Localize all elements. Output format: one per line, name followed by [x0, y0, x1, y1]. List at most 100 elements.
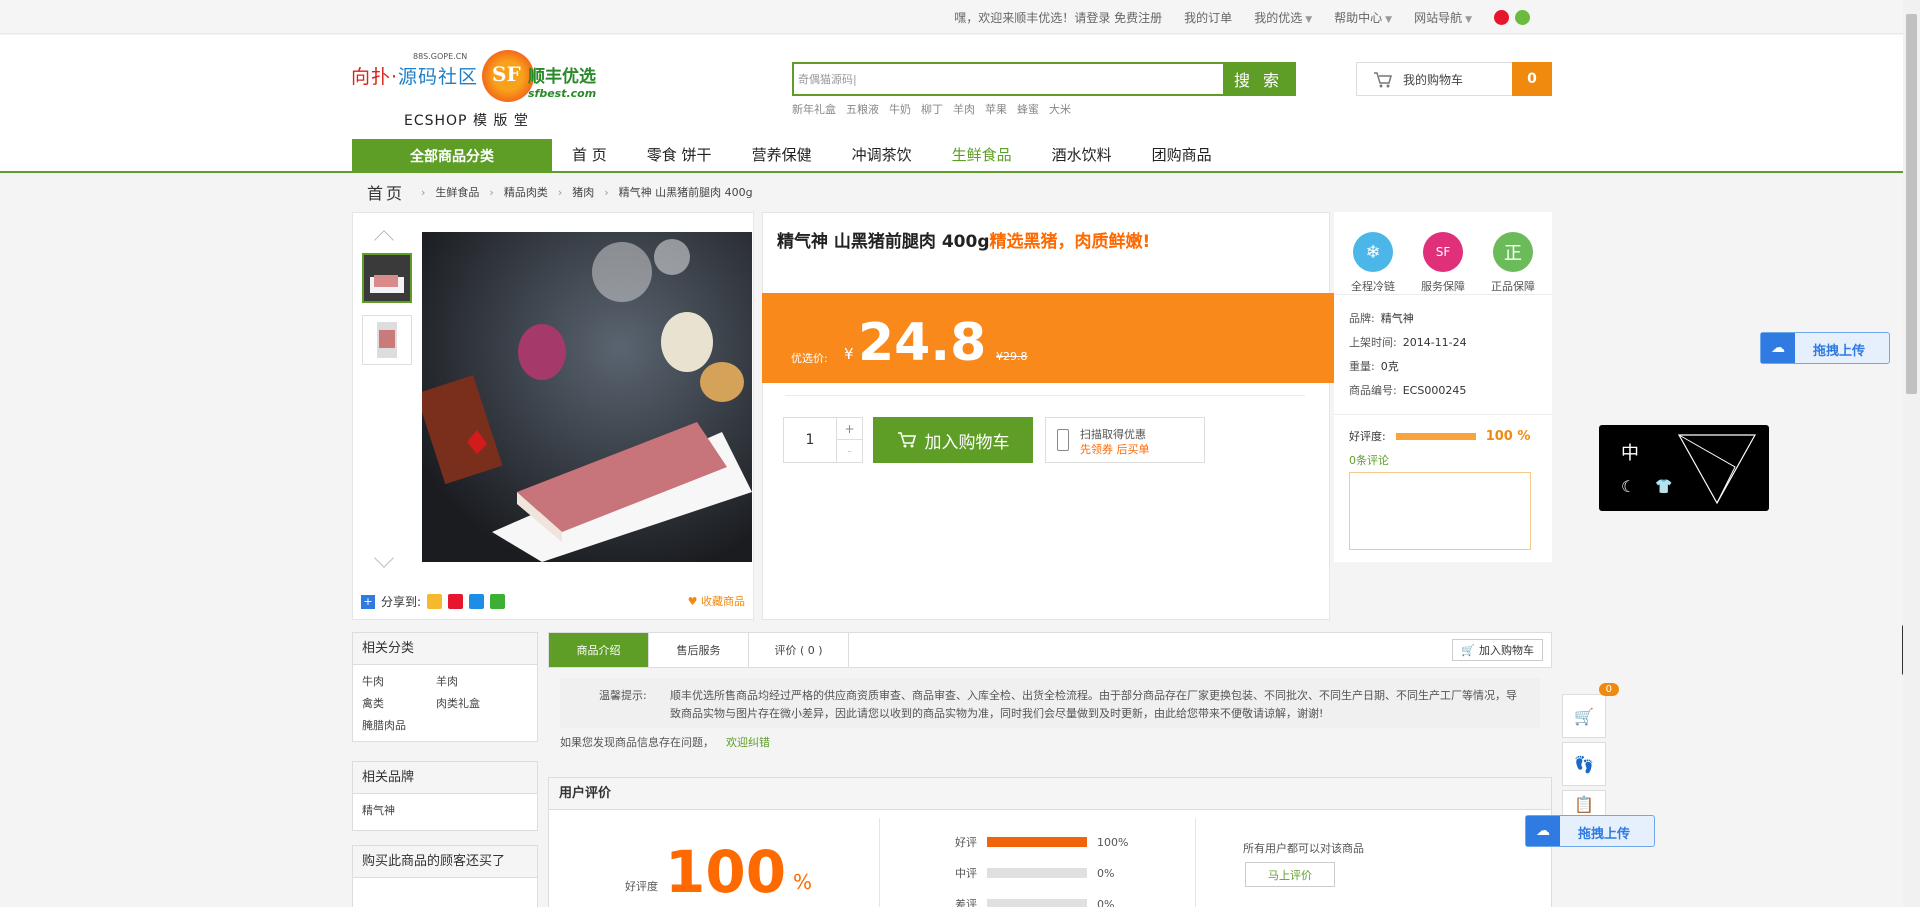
quantity-minus-button[interactable]: -	[836, 440, 862, 462]
snowflake-icon: ❄	[1353, 232, 1393, 272]
quantity-plus-button[interactable]: +	[836, 418, 862, 440]
search-button[interactable]: 搜 索	[1223, 64, 1294, 94]
nav-drinks-tea[interactable]: 冲调茶饮	[832, 144, 932, 165]
tab-reviews[interactable]: 评价 ( 0 )	[749, 633, 849, 667]
breadcrumb-separator: ›	[421, 185, 426, 199]
all-categories-button[interactable]: 全部商品分类	[352, 139, 552, 173]
hot-keyword[interactable]: 羊肉	[953, 101, 975, 117]
scrollbar[interactable]	[1903, 0, 1920, 907]
my-youxuan-menu[interactable]: 我的优选 ▼	[1254, 9, 1312, 26]
source-community-logo[interactable]: 向扑·源码社区 88S.GOPE.CN	[351, 52, 478, 89]
help-menu[interactable]: 帮助中心 ▼	[1334, 9, 1392, 26]
tab-description[interactable]: 商品介绍	[549, 633, 649, 667]
login-link[interactable]: 请登录	[1074, 11, 1110, 25]
price-box: 优选价: ¥ 24.8 ¥29.8	[762, 293, 1335, 383]
chevron-down-icon[interactable]	[374, 548, 394, 568]
drag-upload-widget[interactable]: ☁ 拖拽上传	[1760, 332, 1890, 364]
good-rate-value: 100	[665, 838, 787, 906]
category-link[interactable]: 肉类礼盒	[436, 695, 510, 711]
header-cart[interactable]: 我的购物车 0	[1356, 62, 1552, 96]
site-nav-menu[interactable]: 网站导航 ▼	[1414, 9, 1472, 26]
tab-add-to-cart-button[interactable]: 🛒 加入购物车	[1452, 639, 1543, 661]
nav-fresh-food[interactable]: 生鲜食品	[932, 144, 1032, 165]
brand-logo[interactable]: 顺丰优选 sfbest.com	[528, 62, 596, 100]
breadcrumb-item[interactable]: 猪肉	[572, 184, 594, 200]
rating-row-bad: 差评 0%	[955, 897, 1115, 907]
drag-upload-widget-2[interactable]: ☁ 拖拽上传	[1525, 815, 1655, 847]
report-error-link[interactable]: 欢迎纠错	[726, 736, 770, 749]
theme-char: 中	[1621, 443, 1639, 464]
nav-links: 首 页 零食 饼干 营养保健 冲调茶饮 生鲜食品 酒水饮料 团购商品	[552, 138, 1232, 171]
rating-bar	[1395, 432, 1476, 440]
hot-keyword[interactable]: 蜂蜜	[1017, 101, 1039, 117]
rating-track	[987, 868, 1087, 878]
hot-keyword[interactable]: 大米	[1049, 101, 1071, 117]
category-link[interactable]: 禽类	[362, 695, 436, 711]
top-bar: 嘿，欢迎来顺丰优选！请登录 免费注册 我的订单 我的优选 ▼ 帮助中心 ▼ 网站导航…	[0, 0, 1920, 34]
float-cart-button[interactable]: 🛒 0	[1562, 683, 1619, 738]
write-review-button[interactable]: 马上评价	[1245, 862, 1335, 887]
nav-health[interactable]: 营养保健	[732, 144, 832, 165]
related-brands: 相关品牌 精气神	[352, 761, 538, 831]
theme-widget[interactable]: 中 ☾ 👕	[1599, 425, 1769, 511]
wechat-icon[interactable]	[1515, 9, 1530, 25]
my-orders-link[interactable]: 我的订单	[1184, 9, 1232, 26]
clipboard-button[interactable]: 📋	[1562, 790, 1606, 818]
hot-keyword[interactable]: 五粮液	[846, 101, 879, 117]
breadcrumb-item[interactable]: 生鲜食品	[435, 184, 479, 200]
quantity-input[interactable]: 1	[784, 418, 836, 462]
hot-keyword[interactable]: 牛奶	[889, 101, 911, 117]
scrollbar-thumb[interactable]	[1906, 14, 1917, 394]
reviews-title: 用户评价	[549, 778, 1551, 810]
scan-coupon[interactable]: 扫描取得优惠 先领券 后买单	[1045, 417, 1205, 463]
hot-keyword[interactable]: 苹果	[985, 101, 1007, 117]
register-link[interactable]: 免费注册	[1114, 11, 1162, 25]
category-link[interactable]: 腌腊肉品	[362, 717, 436, 733]
weibo-icon[interactable]	[1494, 9, 1509, 25]
weibo-icon[interactable]	[448, 594, 464, 609]
footprint-button[interactable]: 👣	[1562, 742, 1606, 786]
scan-line-2: 先领券 后买单	[1080, 443, 1150, 456]
user-reviews: 用户评价 好评度 100 % 好评 100% 中评 0% 差评 0% 所有用户都…	[548, 777, 1552, 907]
social-links	[1494, 9, 1530, 25]
rating-track	[987, 837, 1087, 847]
qzone-icon[interactable]	[427, 594, 443, 609]
nav-snacks[interactable]: 零食 饼干	[627, 144, 732, 165]
tab-after-sales[interactable]: 售后服务	[649, 633, 749, 667]
rating-row-good: 好评 100%	[955, 835, 1129, 850]
rating-fill	[987, 837, 1087, 847]
brand-link[interactable]: 精气神	[362, 802, 436, 818]
category-link[interactable]: 牛肉	[362, 673, 436, 689]
search-input[interactable]	[794, 64, 1223, 94]
category-link[interactable]: 羊肉	[436, 673, 510, 689]
tencent-weibo-icon[interactable]	[469, 594, 485, 609]
add-to-cart-button[interactable]: 加入购物车	[873, 417, 1033, 463]
cart-icon	[1374, 72, 1392, 88]
hot-keyword[interactable]: 柳丁	[921, 101, 943, 117]
chevron-down-icon: ▼	[1465, 14, 1472, 25]
nav-group-buy[interactable]: 团购商品	[1132, 144, 1232, 165]
comments-count-link[interactable]: 0条评论	[1349, 452, 1389, 468]
brand-list: 精气神	[353, 794, 537, 826]
percent-sign: %	[793, 870, 813, 894]
cart-icon	[897, 432, 916, 448]
breadcrumb-item[interactable]: 精品肉类	[504, 184, 548, 200]
chevron-down-icon: ▼	[1305, 14, 1313, 25]
thumbnail-2[interactable]	[362, 315, 412, 365]
guarantee-cold-chain: ❄ 全程冷链	[1340, 232, 1406, 294]
guarantee-service: SF 服务保障	[1410, 232, 1476, 294]
shirt-icon[interactable]: 👕	[1655, 479, 1672, 495]
wechat-icon[interactable]	[490, 594, 506, 609]
sf-logo-icon[interactable]: SF	[482, 50, 534, 102]
chevron-up-icon[interactable]	[374, 230, 394, 250]
good-rate-label: 好评度	[625, 880, 658, 893]
nav-home[interactable]: 首 页	[552, 144, 627, 165]
nav-wine[interactable]: 酒水饮料	[1032, 144, 1132, 165]
moon-icon[interactable]: ☾	[1621, 477, 1635, 496]
scan-line-1: 扫描取得优惠	[1080, 428, 1146, 441]
hot-keyword[interactable]: 新年礼盒	[792, 101, 836, 117]
breadcrumb-home[interactable]: 首页	[367, 180, 405, 204]
favorite-button[interactable]: ♥ 收藏商品	[688, 593, 745, 609]
thumbnail-1[interactable]	[362, 253, 412, 303]
notice-text: 顺丰优选所售商品均经过严格的供应商资质审查、商品审查、入库全检、出货全检流程。由…	[670, 689, 1517, 720]
